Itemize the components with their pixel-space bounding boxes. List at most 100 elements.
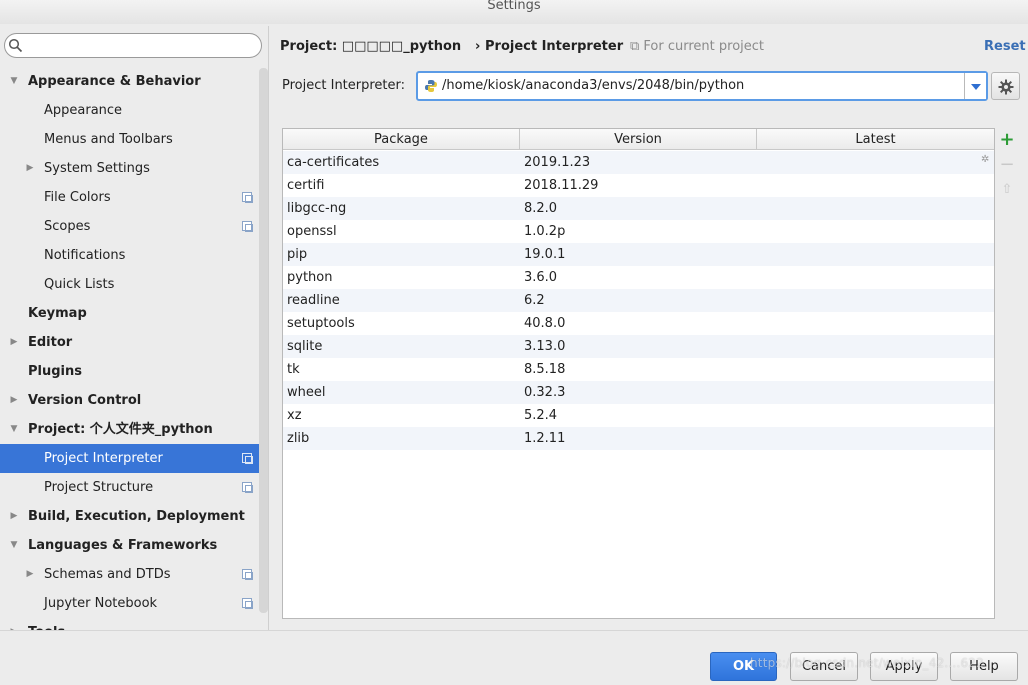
interpreter-path: /home/kiosk/anaconda3/envs/2048/bin/pyth… bbox=[442, 78, 745, 93]
chevron-right-icon[interactable]: ▶ bbox=[24, 560, 36, 589]
settings-sidebar: ▼ Appearance & Behavior Appearance Menus an… bbox=[0, 26, 269, 630]
sidebar-item-label: Project: 个人文件夹_python bbox=[28, 422, 213, 437]
sidebar-item-label: Project Interpreter bbox=[44, 451, 163, 466]
column-header-package[interactable]: Package bbox=[283, 129, 520, 150]
cell-version: 3.6.0 bbox=[524, 270, 558, 285]
table-row[interactable]: certifi 2018.11.29 bbox=[283, 174, 994, 197]
reset-link[interactable]: Reset bbox=[984, 39, 1026, 54]
sidebar-item-label: Jupyter Notebook bbox=[44, 596, 158, 611]
sidebar-item-label: Editor bbox=[28, 335, 73, 350]
sidebar-item[interactable]: Quick Lists bbox=[0, 270, 268, 299]
cell-package: tk bbox=[287, 362, 300, 377]
cell-version: 0.32.3 bbox=[524, 385, 566, 400]
cell-package: openssl bbox=[287, 224, 337, 239]
sidebar-item[interactable]: Notifications bbox=[0, 241, 268, 270]
interpreter-select[interactable]: /home/kiosk/anaconda3/envs/2048/bin/pyth… bbox=[416, 71, 988, 101]
sidebar-item[interactable]: ▶ System Settings bbox=[0, 154, 268, 183]
sidebar-item[interactable]: ▼ Appearance & Behavior bbox=[0, 67, 268, 96]
table-row[interactable]: xz 5.2.4 bbox=[283, 404, 994, 427]
table-row[interactable]: wheel 0.32.3 bbox=[283, 381, 994, 404]
table-row[interactable]: sqlite 3.13.0 bbox=[283, 335, 994, 358]
cell-version: 2018.11.29 bbox=[524, 178, 599, 193]
sidebar-item[interactable]: Appearance bbox=[0, 96, 268, 125]
sidebar-item-label: Appearance & Behavior bbox=[28, 74, 201, 89]
sidebar-scrollbar[interactable] bbox=[259, 68, 268, 613]
ok-button[interactable]: OK bbox=[710, 652, 777, 681]
chevron-down-icon[interactable]: ▼ bbox=[8, 67, 20, 96]
project-scope-icon bbox=[242, 453, 253, 464]
sidebar-item[interactable]: ▶ Schemas and DTDs bbox=[0, 560, 268, 589]
copy-scope-icon: ⧉ bbox=[630, 39, 644, 54]
table-row[interactable]: pip 19.0.1 bbox=[283, 243, 994, 266]
chevron-down-icon[interactable]: ▼ bbox=[8, 531, 20, 560]
chevron-down-icon[interactable]: ▼ bbox=[8, 415, 20, 444]
scope-note: ⧉ For current project bbox=[630, 39, 764, 54]
sidebar-item-label: Languages & Frameworks bbox=[28, 538, 218, 553]
python-icon bbox=[425, 80, 437, 92]
sidebar-item[interactable]: ▶ Tools bbox=[0, 618, 268, 630]
chevron-right-icon[interactable]: ▶ bbox=[8, 386, 20, 415]
sidebar-item[interactable]: ▶ Version Control bbox=[0, 386, 268, 415]
table-row[interactable]: setuptools 40.8.0 bbox=[283, 312, 994, 335]
interpreter-label: Project Interpreter: bbox=[282, 78, 406, 93]
sidebar-item[interactable]: Keymap bbox=[0, 299, 268, 328]
sidebar-item[interactable]: ▼ Project: 个人文件夹_python bbox=[0, 415, 268, 444]
sidebar-item[interactable]: Scopes bbox=[0, 212, 268, 241]
sidebar-item-label: File Colors bbox=[44, 190, 111, 205]
project-scope-icon bbox=[242, 569, 253, 580]
cell-package: ca-certificates bbox=[287, 155, 380, 170]
cell-package: pip bbox=[287, 247, 308, 262]
table-row[interactable]: readline 6.2 bbox=[283, 289, 994, 312]
window-titlebar: Settings bbox=[0, 0, 1028, 24]
apply-button[interactable]: Apply bbox=[870, 652, 938, 681]
chevron-down-icon[interactable] bbox=[964, 73, 986, 99]
upgrade-package-button[interactable]: ⇧ bbox=[996, 178, 1018, 202]
packages-table: Package Version Latest ca-certificates 20… bbox=[282, 128, 995, 619]
sidebar-item-label: Version Control bbox=[28, 393, 142, 408]
sidebar-item[interactable]: Menus and Toolbars bbox=[0, 125, 268, 154]
sidebar-item-label: Notifications bbox=[44, 248, 126, 263]
chevron-right-icon[interactable]: ▶ bbox=[8, 502, 20, 531]
breadcrumb-project: Project: □□□□□_python bbox=[280, 39, 462, 54]
cell-version: 40.8.0 bbox=[524, 316, 566, 331]
chevron-right-icon[interactable]: ▶ bbox=[24, 154, 36, 183]
sidebar-item-label: Quick Lists bbox=[44, 277, 115, 292]
cancel-button[interactable]: Cancel bbox=[790, 652, 858, 681]
settings-search-input[interactable] bbox=[4, 33, 262, 58]
project-scope-icon bbox=[242, 482, 253, 493]
cell-version: 1.0.2p bbox=[524, 224, 566, 239]
table-row[interactable]: ca-certificates 2019.1.23 bbox=[283, 151, 994, 174]
sidebar-item[interactable]: Jupyter Notebook bbox=[0, 589, 268, 618]
cell-package: readline bbox=[287, 293, 340, 308]
sidebar-item[interactable]: ▶ Editor bbox=[0, 328, 268, 357]
table-row[interactable]: tk 8.5.18 bbox=[283, 358, 994, 381]
sidebar-item[interactable]: ▶ Build, Execution, Deployment bbox=[0, 502, 268, 531]
sidebar-item[interactable]: Project Structure bbox=[0, 473, 268, 502]
cell-package: libgcc-ng bbox=[287, 201, 347, 216]
chevron-right-icon[interactable]: ▶ bbox=[8, 618, 20, 630]
table-row[interactable]: python 3.6.0 bbox=[283, 266, 994, 289]
sidebar-item[interactable]: Project Interpreter bbox=[0, 444, 268, 473]
sidebar-item[interactable]: ▼ Languages & Frameworks bbox=[0, 531, 268, 560]
project-scope-icon bbox=[242, 221, 253, 232]
sidebar-item-label: System Settings bbox=[44, 161, 150, 176]
interpreter-settings-button[interactable] bbox=[991, 72, 1020, 100]
table-row[interactable]: zlib 1.2.11 bbox=[283, 427, 994, 450]
sidebar-item[interactable]: Plugins bbox=[0, 357, 268, 386]
sidebar-item[interactable]: File Colors bbox=[0, 183, 268, 212]
sidebar-item-label: Menus and Toolbars bbox=[44, 132, 173, 147]
chevron-right-icon[interactable]: ▶ bbox=[8, 328, 20, 357]
settings-content: Project: □□□□□_python › Project Interpre… bbox=[270, 26, 1028, 630]
add-package-button[interactable]: + bbox=[996, 128, 1018, 152]
help-button[interactable]: Help bbox=[950, 652, 1018, 681]
table-row[interactable]: libgcc-ng 8.2.0 bbox=[283, 197, 994, 220]
table-row[interactable]: openssl 1.0.2p bbox=[283, 220, 994, 243]
remove-package-button[interactable]: − bbox=[996, 153, 1018, 177]
cell-version: 8.5.18 bbox=[524, 362, 566, 377]
column-header-version[interactable]: Version bbox=[520, 129, 757, 150]
cell-version: 3.13.0 bbox=[524, 339, 566, 354]
cell-version: 2019.1.23 bbox=[524, 155, 591, 170]
cell-package: setuptools bbox=[287, 316, 355, 331]
cell-package: zlib bbox=[287, 431, 310, 446]
column-header-latest[interactable]: Latest bbox=[757, 129, 994, 150]
